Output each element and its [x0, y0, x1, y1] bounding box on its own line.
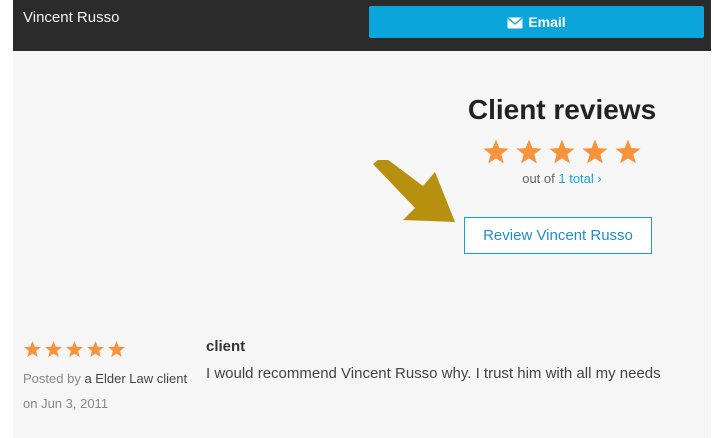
review-body: client I would recommend Vincent Russo w… [206, 337, 686, 387]
review-heading: client [206, 338, 246, 355]
review-attorney-button[interactable]: Review Vincent Russo [464, 217, 652, 254]
reviews-summary: Client reviews out of 1 total › [453, 93, 671, 187]
review-star-rating [23, 340, 193, 358]
review-meta: Posted by a Elder Law client on Jun 3, 2… [23, 340, 193, 416]
email-button[interactable]: Email [369, 6, 704, 38]
review-text: I would recommend Vincent Russo why. I t… [206, 365, 661, 382]
envelope-icon [507, 16, 523, 29]
attorney-name: Vincent Russo [23, 9, 120, 26]
reviews-section: Client reviews out of 1 total › Review V… [13, 51, 711, 438]
annotation-arrow-icon [373, 160, 455, 222]
star-icon [44, 340, 63, 358]
review-author: a Elder Law client [84, 371, 188, 386]
review-date: on Jun 3, 2011 [23, 396, 109, 411]
rating-count-prefix: out of [522, 171, 555, 186]
total-reviews-label: 1 total [558, 171, 594, 186]
posted-by-label: Posted by [23, 371, 81, 386]
email-button-label: Email [528, 14, 566, 30]
star-icon [482, 138, 510, 165]
star-icon [107, 340, 126, 358]
star-icon [548, 138, 576, 165]
star-icon [614, 138, 642, 165]
rating-count: out of 1 total › [453, 171, 671, 187]
star-icon [65, 340, 84, 358]
summary-star-rating [453, 138, 671, 165]
reviews-title: Client reviews [467, 94, 657, 125]
review-author-line: Posted by a Elder Law client [23, 366, 193, 391]
star-icon [581, 138, 609, 165]
profile-page: Vincent Russo Email Client reviews out o… [0, 0, 714, 438]
star-icon [86, 340, 105, 358]
profile-header: Vincent Russo Email [13, 0, 711, 51]
chevron-right-icon: › [597, 171, 602, 186]
total-reviews-link[interactable]: 1 total › [558, 171, 601, 186]
star-icon [515, 138, 543, 165]
star-icon [23, 340, 42, 358]
